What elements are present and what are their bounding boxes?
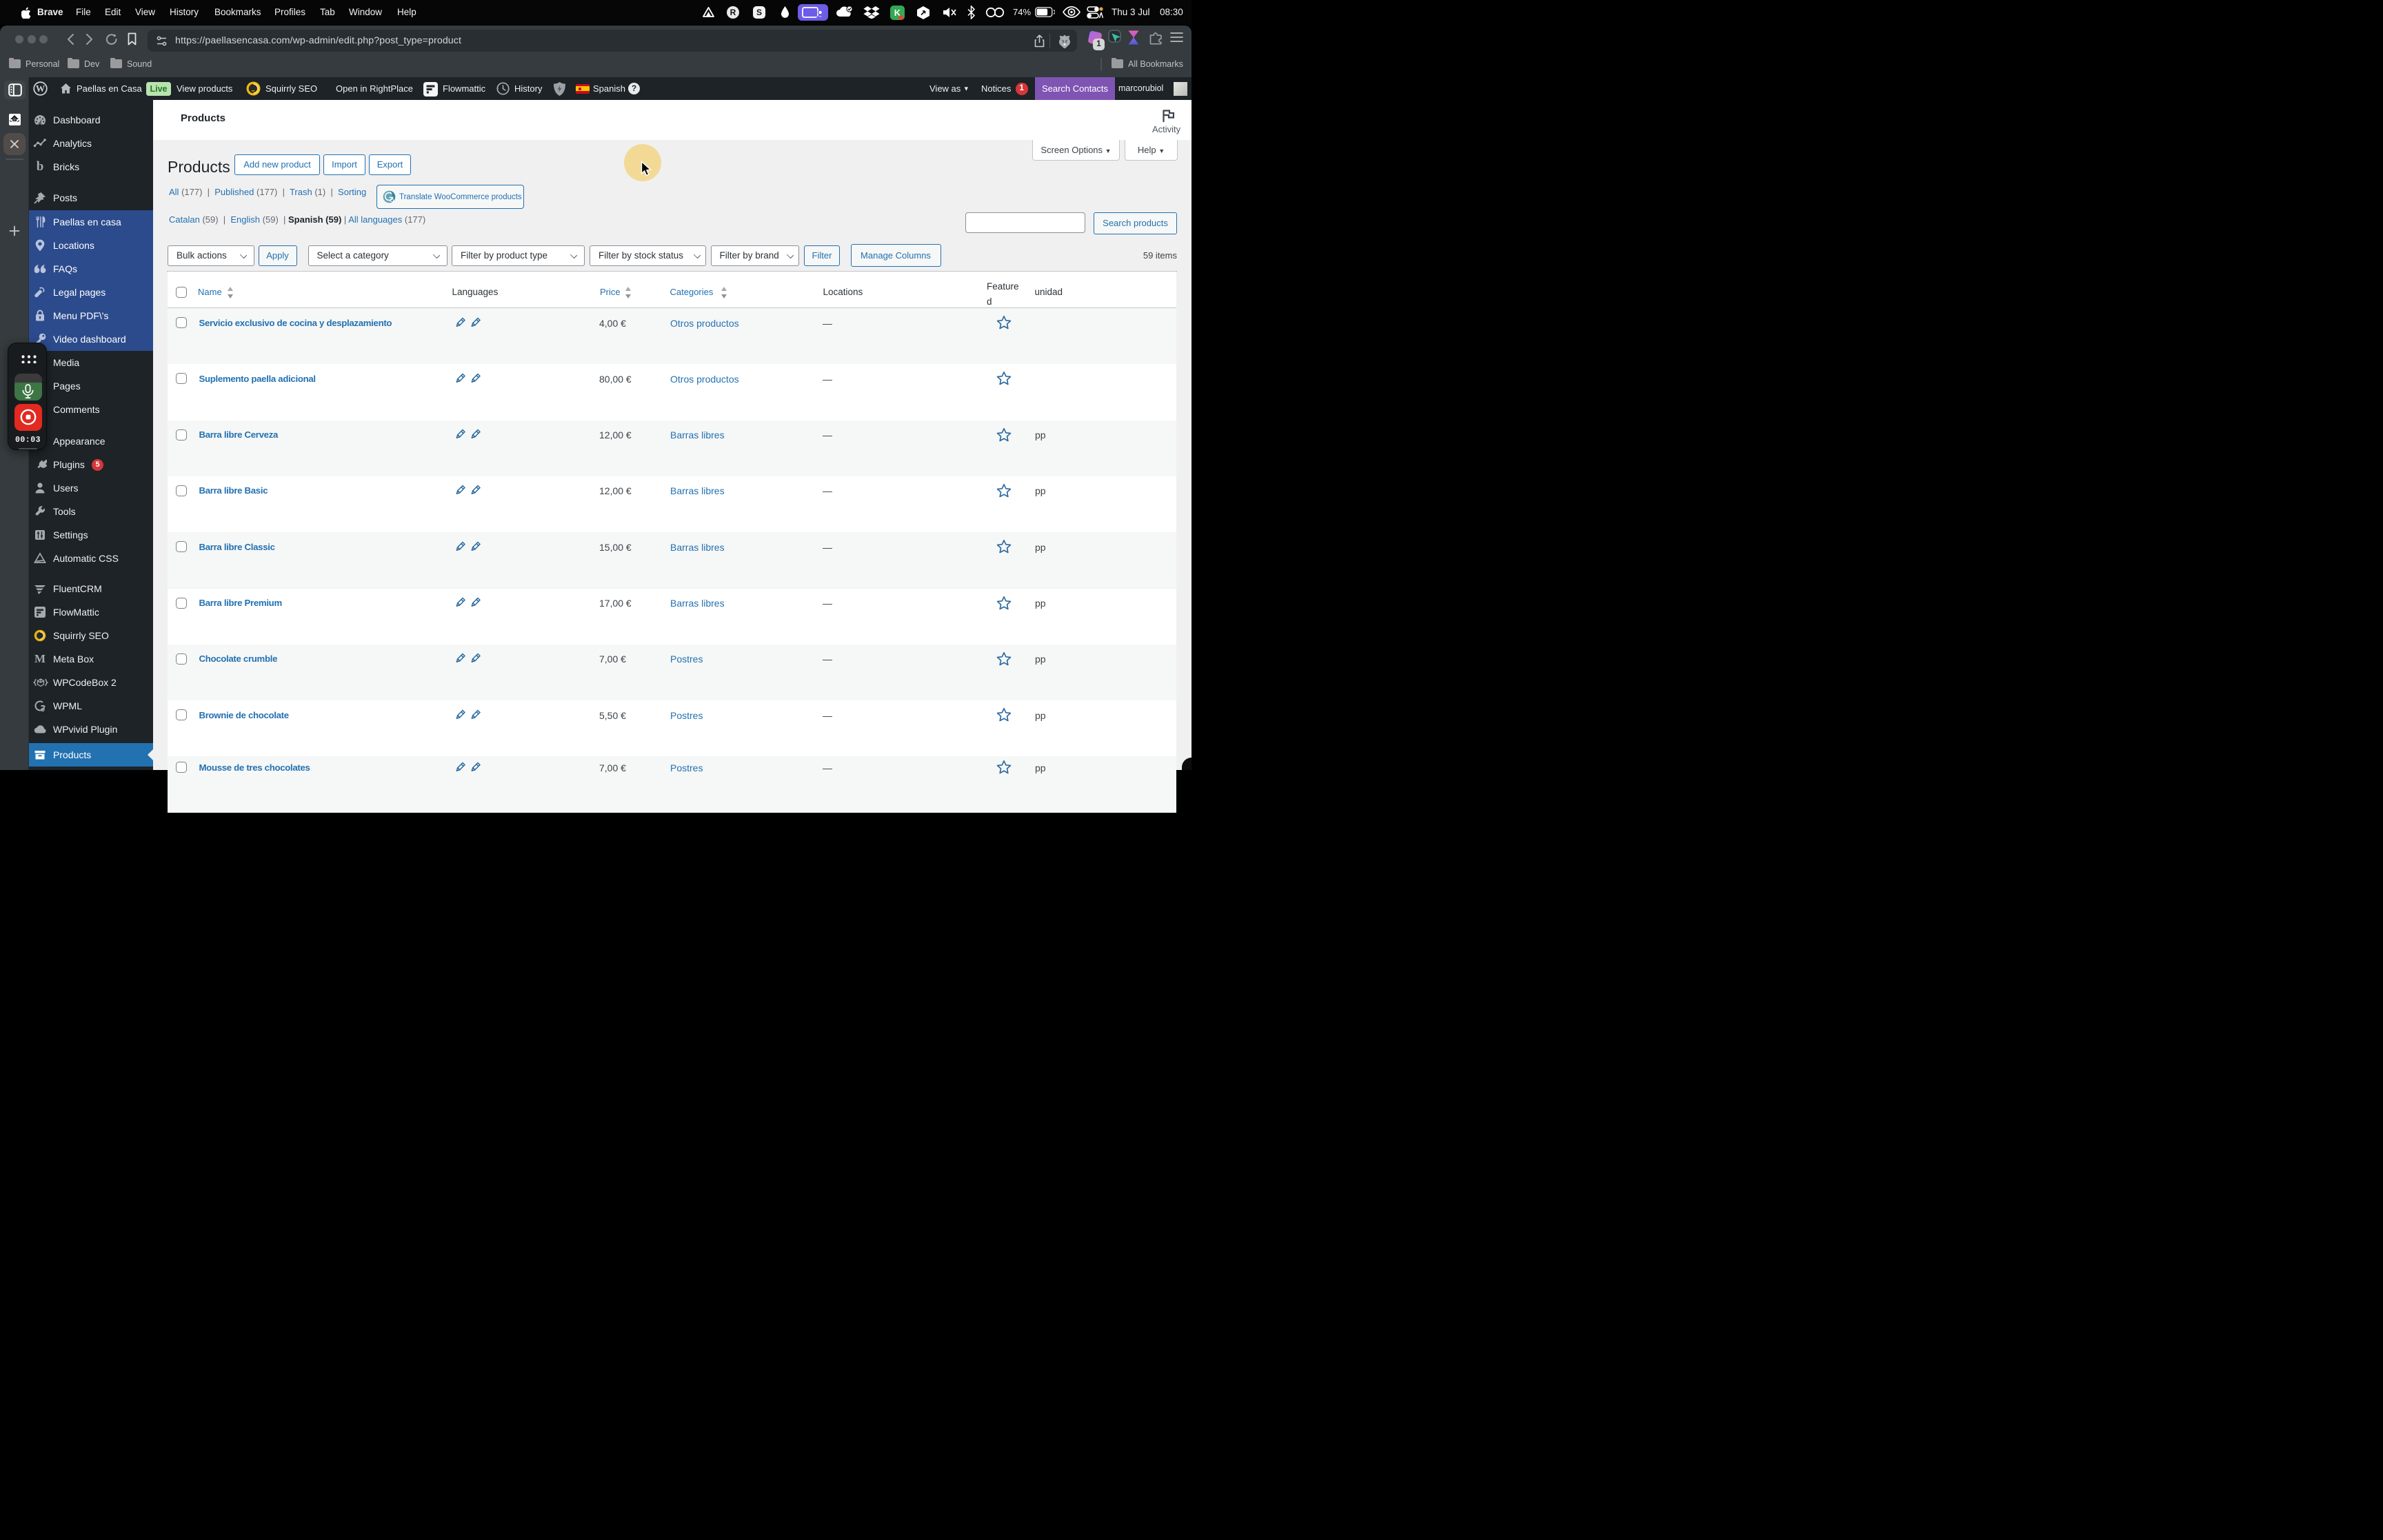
svg-text:W: W <box>36 83 46 94</box>
